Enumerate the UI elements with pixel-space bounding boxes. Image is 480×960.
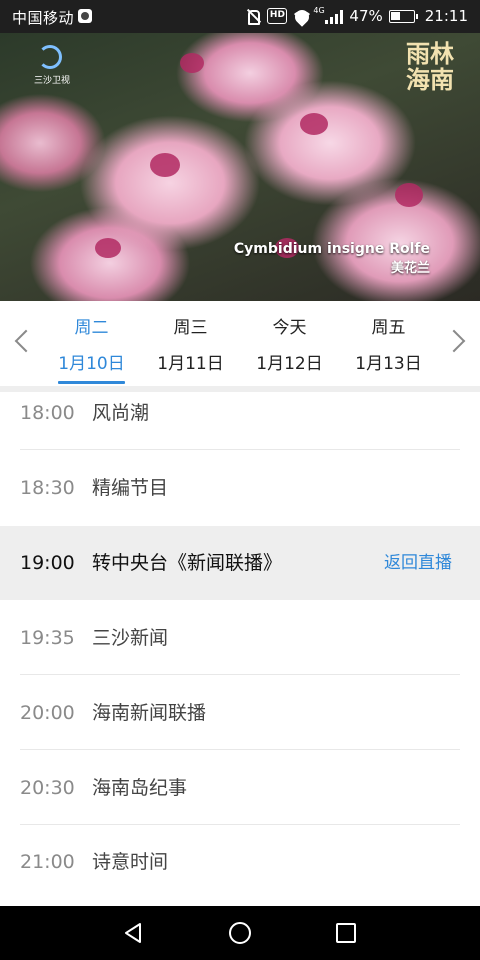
video-caption: Cymbidium insigne Rolfe 美花兰 [234, 241, 430, 276]
program-row[interactable]: 20:30 海南岛纪事 [0, 751, 480, 825]
program-title: 精编节目 [92, 477, 169, 499]
battery-percent: 47% [349, 7, 383, 25]
program-row-live[interactable]: 19:00 转中央台《新闻联播》 返回直播 [0, 526, 480, 600]
date-tab-date: 1月11日 [157, 354, 224, 374]
program-title: 诗意时间 [92, 851, 169, 873]
back-icon[interactable] [122, 922, 144, 944]
active-tab-indicator [58, 381, 125, 384]
program-time: 19:00 [20, 552, 75, 574]
program-title: 海南岛纪事 [92, 777, 188, 799]
row-divider [20, 749, 460, 750]
hd-icon: HD [267, 8, 288, 24]
notification-icon [78, 9, 92, 23]
channel-logo-text: 三沙卫视 [34, 76, 71, 86]
status-bar: 中国移动 HD 4G 47% 21:11 [0, 0, 480, 33]
date-tab-date: 1月10日 [58, 354, 125, 374]
program-badge-line1: 雨林 [406, 39, 454, 68]
program-row[interactable]: 20:00 海南新闻联播 [0, 676, 480, 750]
program-time: 20:00 [20, 702, 75, 724]
program-title: 海南新闻联播 [92, 702, 207, 724]
program-title: 三沙新闻 [92, 627, 169, 649]
date-tab[interactable]: 周三 1月11日 [141, 301, 240, 387]
channel-logo [34, 45, 64, 75]
program-time: 19:35 [20, 627, 75, 649]
channel-logo-icon [38, 45, 62, 69]
date-tab[interactable]: 周二 1月10日 [42, 301, 141, 387]
flower-spot [95, 238, 121, 258]
date-tabs: 周二 1月10日 周三 1月11日 今天 1月12日 周五 1月13日 [42, 301, 438, 387]
program-badge-line2: 海南 [406, 65, 454, 94]
program-row[interactable]: 19:35 三沙新闻 [0, 601, 480, 675]
date-navigation: 周二 1月10日 周三 1月11日 今天 1月12日 周五 1月13日 [0, 301, 480, 387]
status-icons: HD 4G 47% 21:11 [245, 6, 468, 25]
program-title: 风尚潮 [92, 402, 150, 424]
program-row[interactable]: 21:00 诗意时间 [0, 825, 480, 899]
program-badge: 雨林 海南 [406, 41, 454, 93]
network-type: 4G [313, 6, 325, 15]
system-navigation-bar [0, 906, 480, 960]
wifi-icon: 4G [293, 6, 325, 24]
chevron-left-icon[interactable] [12, 327, 36, 357]
caption-chinese: 美花兰 [390, 261, 430, 276]
video-player[interactable]: 三沙卫视 雨林 海南 Cymbidium insigne Rolfe 美花兰 [0, 33, 480, 301]
flower-spot [300, 113, 328, 135]
row-divider [20, 674, 460, 675]
program-row[interactable]: 18:30 精编节目 [0, 451, 480, 525]
program-title: 转中央台《新闻联播》 [92, 552, 283, 574]
return-live-button[interactable]: 返回直播 [384, 526, 452, 600]
date-tab-weekday: 今天 [272, 318, 307, 338]
recent-apps-icon[interactable] [336, 923, 356, 943]
date-tab-weekday: 周五 [371, 318, 406, 338]
program-time: 18:30 [20, 477, 75, 499]
date-tab[interactable]: 今天 1月12日 [240, 301, 339, 387]
program-time: 21:00 [20, 851, 75, 873]
date-tab-date: 1月13日 [355, 354, 422, 374]
program-time: 20:30 [20, 777, 75, 799]
date-tab[interactable]: 周五 1月13日 [339, 301, 438, 387]
home-icon[interactable] [229, 922, 251, 944]
program-schedule: 18:00 风尚潮 18:30 精编节目 19:00 转中央台《新闻联播》 返回… [0, 392, 480, 906]
carrier-name: 中国移动 [12, 9, 75, 27]
clock: 21:11 [424, 7, 468, 25]
program-row[interactable]: 18:00 风尚潮 [0, 392, 480, 450]
caption-latin: Cymbidium insigne Rolfe [233, 241, 430, 257]
chevron-right-icon[interactable] [444, 327, 468, 357]
signal-icon [325, 8, 344, 24]
flower-spot [180, 53, 204, 73]
battery-icon [388, 9, 418, 23]
date-tab-date: 1月12日 [256, 354, 323, 374]
row-divider [20, 449, 460, 450]
date-tab-weekday: 周三 [173, 318, 208, 338]
program-time: 18:00 [20, 402, 75, 424]
date-tab-weekday: 周二 [74, 318, 109, 338]
flower-spot [395, 183, 423, 207]
mute-icon [245, 8, 261, 25]
flower-spot [150, 153, 180, 177]
